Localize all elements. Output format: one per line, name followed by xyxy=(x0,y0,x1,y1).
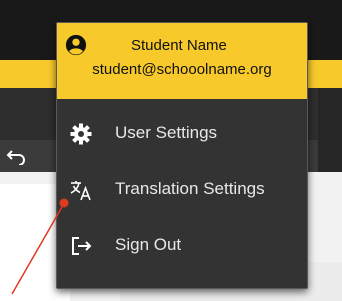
translation-settings-label: Translation Settings xyxy=(115,179,265,198)
app-toolbar-edge xyxy=(318,88,342,172)
translation-settings-menu-item[interactable]: Translation Settings xyxy=(57,163,307,217)
user-email: student@schooolname.org xyxy=(92,61,272,78)
translate-icon xyxy=(70,181,91,201)
user-name: Student Name xyxy=(131,37,227,54)
sign-out-menu-item[interactable]: Sign Out xyxy=(57,219,307,273)
user-settings-label: User Settings xyxy=(115,123,218,142)
user-settings-menu-item[interactable]: User Settings xyxy=(57,107,307,161)
gear-icon xyxy=(70,123,92,145)
sign-out-icon xyxy=(72,237,92,255)
sign-out-label: Sign Out xyxy=(115,235,182,254)
user-account-menu: Student Name student@schooolname.org Use… xyxy=(56,22,308,289)
undo-icon[interactable] xyxy=(6,147,26,165)
account-circle-icon xyxy=(65,34,87,56)
user-info-header: Student Name student@schooolname.org xyxy=(57,23,307,99)
